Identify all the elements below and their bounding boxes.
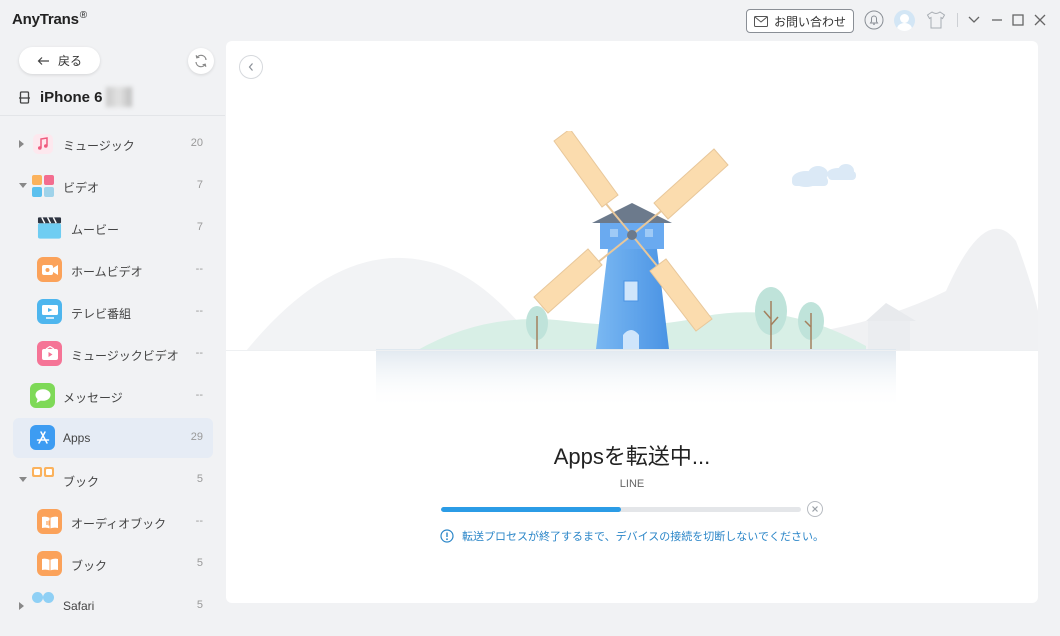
sidebar-item-apps[interactable]: Apps 29 (13, 418, 213, 458)
audiobook-icon (37, 509, 62, 534)
clapperboard-icon (37, 215, 62, 240)
sidebar-item-label: Safari (63, 599, 95, 613)
sidebar-item-label: ブック (71, 559, 108, 573)
music-video-icon (37, 341, 62, 366)
close-icon (812, 506, 818, 512)
sidebar-item-count: 5 (196, 557, 203, 569)
device-name: iPhone 6 (40, 88, 103, 106)
sidebar-item-label: ビデオ (63, 181, 100, 195)
sidebar-item-count: -- (195, 515, 203, 527)
sidebar-item-audiobook[interactable]: オーディオブック -- (13, 502, 213, 542)
menu-button[interactable] (964, 10, 984, 30)
contact-button[interactable]: お問い合わせ (746, 9, 854, 33)
sidebar-item-music[interactable]: ミュージック 20 (13, 124, 213, 164)
app-title: AnyTrans® (12, 10, 87, 28)
sidebar-item-label: メッセージ (63, 391, 123, 405)
tshirt-icon (926, 11, 946, 29)
cancel-transfer-button[interactable] (807, 501, 823, 517)
contact-label: お問い合わせ (773, 14, 846, 29)
windmill-illustration (226, 131, 1038, 409)
sidebar-item-count: -- (195, 347, 203, 359)
home-video-icon (37, 257, 62, 282)
refresh-icon (195, 54, 207, 68)
sidebar-item-label: ムービー (71, 223, 120, 237)
maximize-icon (1012, 14, 1024, 26)
chevron-down-icon (968, 16, 980, 23)
sidebar-item-music-video[interactable]: ミュージックビデオ -- (13, 334, 213, 374)
sidebar-item-tv-shows[interactable]: テレビ番組 -- (13, 292, 213, 332)
sidebar-item-label: ミュージックビデオ (71, 349, 179, 363)
sidebar-item-books-group[interactable]: ブック 5 (13, 460, 213, 500)
close-icon (1034, 14, 1046, 26)
close-button[interactable] (1030, 10, 1050, 30)
bell-icon (864, 10, 884, 30)
main-panel: Appsを転送中... LINE 転送プロセスが終了するまで、デバイスの接続を切… (226, 41, 1038, 603)
music-icon (30, 131, 55, 156)
sidebar-item-home-video[interactable]: ホームビデオ -- (13, 250, 213, 290)
title-bar: AnyTrans® お問い合わせ (0, 0, 1060, 40)
progress-fill (441, 507, 621, 512)
sidebar-item-safari[interactable]: Safari 5 (13, 586, 213, 626)
transfer-status-title: Appsを転送中... (553, 444, 711, 469)
minimize-icon (992, 19, 1002, 21)
sidebar: 戻る iPhone 6 ミュージック 20 ビデオ 7 ムービー 7 ホームビデ… (0, 40, 225, 636)
sidebar-item-label: テレビ番組 (71, 307, 132, 321)
sidebar-item-book[interactable]: ブック 5 (13, 544, 213, 584)
collapse-caret-icon[interactable] (19, 477, 27, 482)
sidebar-item-label: ホームビデオ (71, 265, 143, 279)
sidebar-item-count: 7 (196, 221, 203, 233)
app-store-icon (30, 425, 55, 450)
current-item-name: LINE (619, 478, 645, 490)
tv-icon (37, 299, 62, 324)
sidebar-item-count: 5 (196, 473, 203, 485)
sidebar-item-count: -- (195, 305, 203, 317)
sidebar-item-count: 29 (190, 431, 203, 443)
mail-icon (753, 15, 768, 27)
sidebar-item-video[interactable]: ビデオ 7 (13, 166, 213, 206)
message-icon (30, 383, 55, 408)
minimize-button[interactable] (987, 10, 1007, 30)
collapse-sidebar-button[interactable] (239, 55, 263, 79)
chevron-left-icon (248, 63, 253, 71)
transfer-progress-bar (441, 507, 801, 512)
device-icon (19, 90, 30, 104)
sidebar-item-count: -- (195, 263, 203, 275)
sidebar-item-count: -- (195, 389, 203, 401)
book-icon (37, 551, 62, 576)
sidebar-divider (0, 115, 225, 116)
device-selector[interactable]: iPhone 6 (18, 86, 132, 108)
books-group-icon (30, 465, 55, 490)
notice-text: 転送プロセスが終了するまで、デバイスの接続を切断しないでください。 (462, 531, 824, 543)
user-avatar[interactable] (894, 10, 915, 31)
sidebar-item-label: オーディオブック (71, 517, 167, 531)
back-label: 戻る (57, 54, 82, 68)
skin-button[interactable] (926, 10, 946, 30)
back-button[interactable]: 戻る (19, 47, 100, 74)
refresh-button[interactable] (188, 48, 214, 74)
info-icon (440, 529, 454, 543)
transfer-notice: 転送プロセスが終了するまで、デバイスの接続を切断しないでください。 (226, 528, 1038, 544)
sidebar-item-label: ブック (63, 475, 100, 489)
sidebar-item-movie[interactable]: ムービー 7 (13, 208, 213, 248)
sidebar-item-label: Apps (63, 431, 91, 445)
bell-button[interactable] (864, 10, 884, 30)
redacted-area (105, 87, 132, 107)
maximize-button[interactable] (1008, 10, 1028, 30)
video-group-icon (30, 173, 55, 198)
sidebar-item-count: 20 (190, 137, 203, 149)
sidebar-item-count: 7 (196, 179, 203, 191)
safari-group-icon (30, 590, 55, 615)
collapse-caret-icon[interactable] (19, 183, 27, 188)
expand-caret-icon[interactable] (19, 602, 24, 610)
sidebar-item-count: 5 (196, 599, 203, 611)
expand-caret-icon[interactable] (19, 140, 24, 148)
sidebar-item-messages[interactable]: メッセージ -- (13, 376, 213, 416)
toolbar-divider (957, 13, 958, 27)
arrow-left-icon (37, 56, 49, 65)
sidebar-item-label: ミュージック (63, 139, 135, 153)
